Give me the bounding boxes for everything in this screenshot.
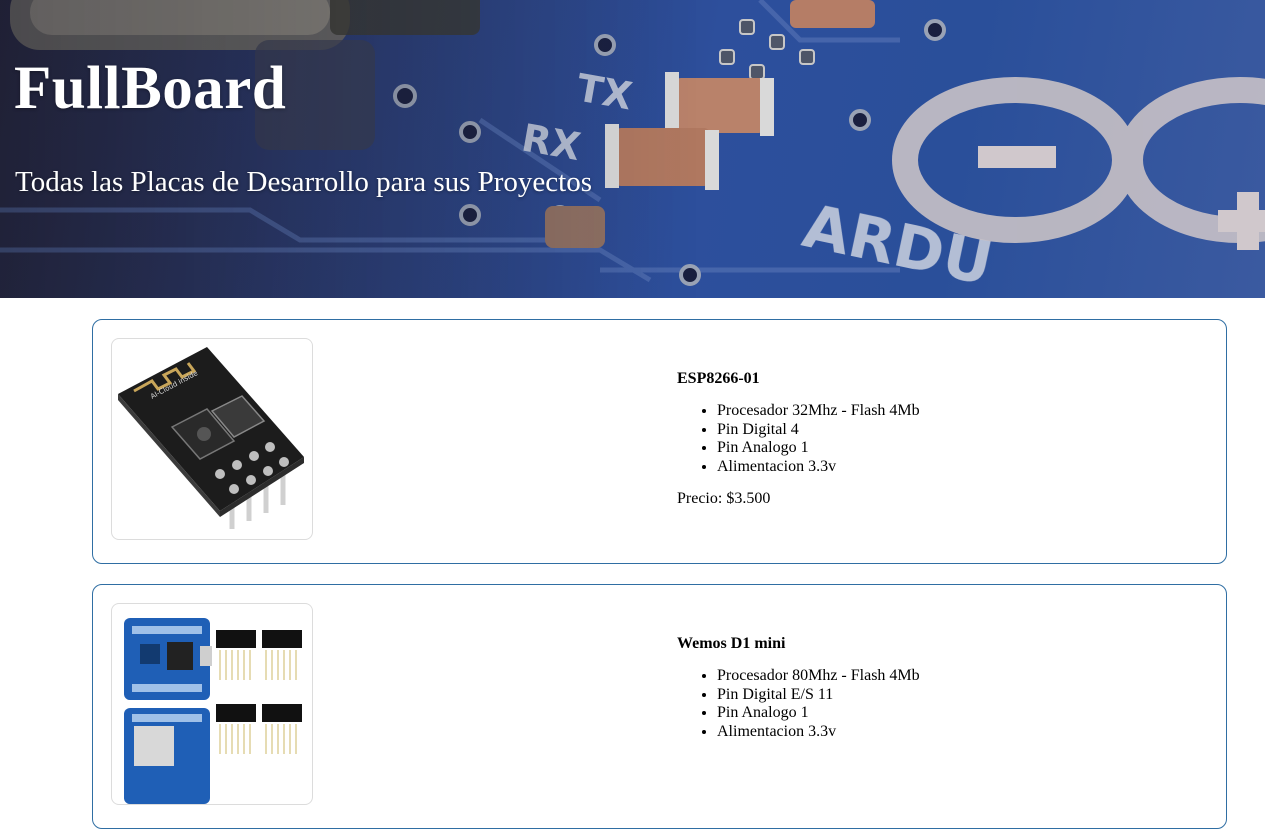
product-info: Wemos D1 mini Procesador 80Mhz - Flash 4… <box>677 635 1197 741</box>
product-info: ESP8266-01 Procesador 32Mhz - Flash 4Mb … <box>677 370 1197 508</box>
spec-item: Alimentacion 3.3v <box>717 723 1197 742</box>
esp8266-module-illustration: AI-Cloud inside <box>118 347 304 529</box>
svg-text:ARDU: ARDU <box>797 191 999 298</box>
product-image-esp8266[interactable]: AI-Cloud inside <box>111 338 313 540</box>
spec-item: Pin Analogo 1 <box>717 439 1197 458</box>
product-price: Precio: $3.500 <box>677 490 771 507</box>
product-card-wemos: Wemos D1 mini Procesador 80Mhz - Flash 4… <box>92 584 1227 829</box>
page-subtitle: Todas las Placas de Desarrollo para sus … <box>15 166 593 198</box>
wemos-board-illustration <box>124 618 302 804</box>
product-specs-list: Procesador 80Mhz - Flash 4Mb Pin Digital… <box>677 667 1197 741</box>
spec-item: Pin Digital 4 <box>717 421 1197 440</box>
product-name: Wemos D1 mini <box>677 635 786 652</box>
product-image-wemos[interactable] <box>111 603 313 805</box>
spec-item: Procesador 80Mhz - Flash 4Mb <box>717 667 1197 686</box>
product-name: ESP8266-01 <box>677 370 760 387</box>
hero-banner: RX TX ARDU FullBoard Todas las Placas de… <box>0 0 1265 298</box>
spec-item: Pin Analogo 1 <box>717 704 1197 723</box>
hero-background-image: RX TX ARDU <box>0 0 1265 298</box>
page-title: FullBoard <box>14 55 287 122</box>
product-card-esp8266: AI-Cloud inside ESP8266-01 Procesador 32… <box>92 319 1227 564</box>
spec-item: Procesador 32Mhz - Flash 4Mb <box>717 402 1197 421</box>
spec-item: Alimentacion 3.3v <box>717 458 1197 477</box>
spec-item: Pin Digital E/S 11 <box>717 686 1197 705</box>
product-specs-list: Procesador 32Mhz - Flash 4Mb Pin Digital… <box>677 402 1197 476</box>
